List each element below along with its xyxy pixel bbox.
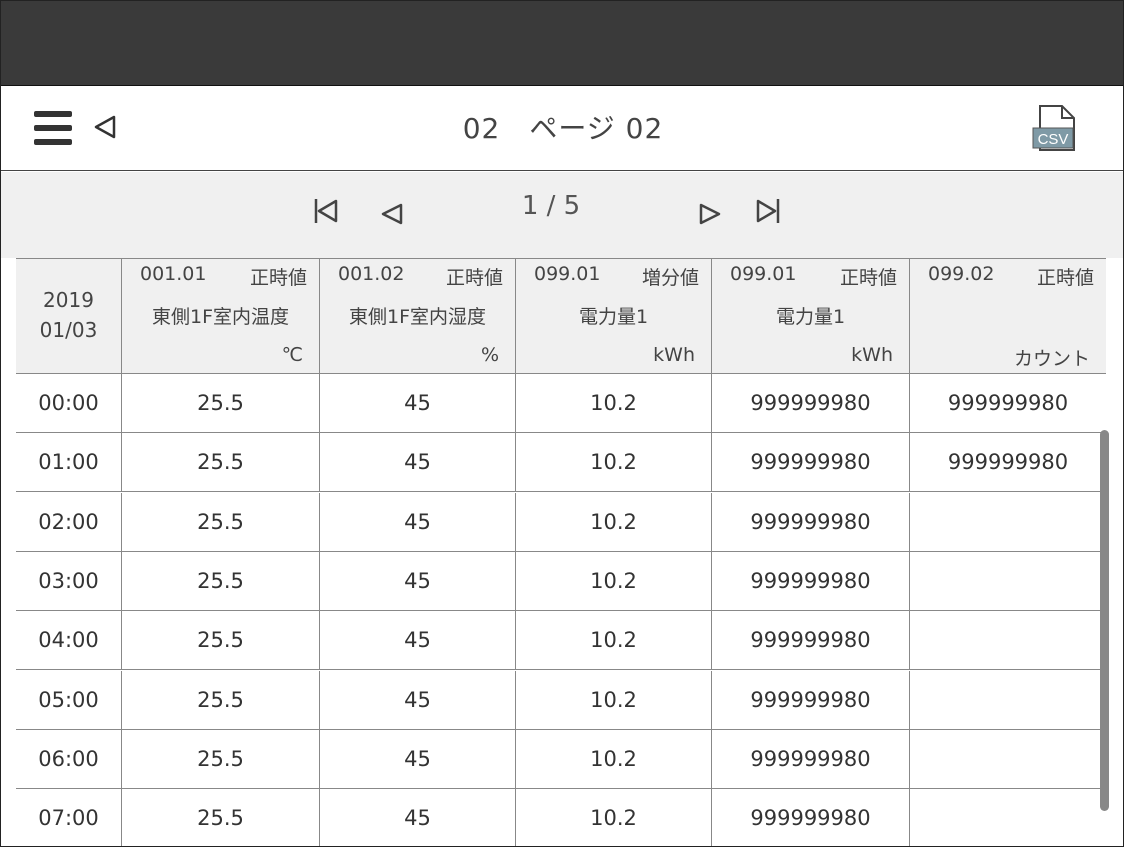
date-header-cell: 2019 01/03 — [16, 258, 121, 374]
value-cell: 25.5 — [121, 374, 319, 433]
time-cell: 06:00 — [38, 747, 99, 771]
value-cell: 999999980 — [711, 493, 909, 552]
value-cell: 25.5 — [121, 433, 319, 492]
column-kind: 正時値 — [839, 267, 897, 289]
back-triangle-icon[interactable] — [93, 114, 117, 140]
column-kind: 正時値 — [1036, 267, 1094, 289]
table-row[interactable]: 06:00 25.5 45 10.2 999999980 — [16, 730, 1106, 789]
status-bar — [1, 1, 1123, 86]
column-name: 電力量1 — [578, 306, 649, 328]
value-cell: 45 — [319, 789, 515, 846]
value-cell: 25.5 — [121, 671, 319, 730]
column-header-2: 001.02 正時値東側1F室内湿度% — [319, 258, 515, 374]
value-cell: 10.2 — [515, 433, 711, 492]
value-cell: 25.5 — [121, 789, 319, 846]
value-cell: 25.5 — [121, 611, 319, 670]
column-code: 099.02 — [928, 263, 995, 285]
time-cell: 07:00 — [38, 806, 99, 830]
value-cell: 45 — [319, 671, 515, 730]
value-cell — [909, 493, 1106, 552]
value-cell: 999999980 — [909, 374, 1106, 433]
value-cell: 10.2 — [515, 730, 711, 789]
csv-icon-label: CSV — [1038, 131, 1069, 148]
value-cell: 45 — [319, 493, 515, 552]
value-cell: 10.2 — [515, 789, 711, 846]
value-cell: 999999980 — [711, 671, 909, 730]
value-cell: 45 — [319, 611, 515, 670]
value-cell: 10.2 — [515, 552, 711, 611]
value-cell: 999999980 — [711, 374, 909, 433]
table-row[interactable]: 00:00 25.5 45 10.2 999999980 999999980 — [16, 374, 1106, 433]
value-cell: 999999980 — [711, 552, 909, 611]
time-cell: 05:00 — [38, 688, 99, 712]
value-cell — [909, 671, 1106, 730]
time-cell: 02:00 — [38, 510, 99, 534]
table-row[interactable]: 04:00 25.5 45 10.2 999999980 — [16, 611, 1106, 670]
date-day: 01/03 — [39, 318, 98, 342]
column-unit: カウント — [1013, 348, 1090, 370]
column-unit: % — [480, 344, 499, 366]
value-cell: 45 — [319, 552, 515, 611]
last-page-icon[interactable] — [755, 197, 781, 225]
column-unit: ℃ — [281, 344, 303, 366]
page-title: 02 ページ 02 — [462, 112, 664, 145]
vertical-scrollbar[interactable] — [1100, 430, 1109, 811]
value-cell — [909, 552, 1106, 611]
column-kind: 正時値 — [249, 267, 307, 289]
table-row[interactable]: 07:00 25.5 45 10.2 999999980 — [16, 789, 1106, 846]
value-cell: 25.5 — [121, 493, 319, 552]
value-cell: 25.5 — [121, 730, 319, 789]
value-cell: 45 — [319, 433, 515, 492]
column-name: 東側1F室内湿度 — [348, 306, 487, 328]
column-name: 東側1F室内温度 — [151, 306, 290, 328]
column-header-1: 001.01 正時値東側1F室内温度 ℃ — [121, 258, 319, 374]
value-cell: 999999980 — [711, 789, 909, 846]
value-cell — [909, 611, 1106, 670]
column-kind: 増分値 — [641, 267, 699, 289]
page-indicator: 1 / 5 — [521, 191, 581, 221]
column-header-5: 099.02 正時値カウント — [909, 258, 1106, 374]
prev-page-icon[interactable] — [379, 199, 405, 227]
first-page-icon[interactable] — [313, 197, 339, 225]
value-cell: 10.2 — [515, 493, 711, 552]
table-row[interactable]: 01:00 25.5 45 10.2 999999980 999999980 — [16, 433, 1106, 492]
column-code: 099.01 — [730, 263, 797, 285]
value-cell: 999999980 — [711, 433, 909, 492]
column-unit: kWh — [851, 344, 893, 366]
app-frame: 02 ページ 02 CSV 1 / 5 2019 01/03 001.01 正時値… — [0, 0, 1124, 847]
time-cell: 01:00 — [38, 450, 99, 474]
value-cell: 999999980 — [909, 433, 1106, 492]
value-cell: 10.2 — [515, 611, 711, 670]
table-row[interactable]: 02:00 25.5 45 10.2 999999980 — [16, 493, 1106, 552]
column-header-3: 099.01 増分値電力量1 kWh — [515, 258, 711, 374]
csv-file-icon[interactable]: CSV — [1031, 104, 1079, 152]
value-cell: 999999980 — [711, 730, 909, 789]
hamburger-menu-icon[interactable] — [34, 111, 72, 147]
value-cell — [909, 730, 1106, 789]
value-cell — [909, 789, 1106, 846]
time-cell: 03:00 — [38, 569, 99, 593]
value-cell: 25.5 — [121, 552, 319, 611]
column-kind: 正時値 — [445, 267, 503, 289]
date-year: 2019 — [43, 288, 94, 312]
table-row[interactable]: 03:00 25.5 45 10.2 999999980 — [16, 552, 1106, 611]
time-cell: 04:00 — [38, 628, 99, 652]
column-header-4: 099.01 正時値電力量1 kWh — [711, 258, 909, 374]
column-code: 001.02 — [338, 263, 405, 285]
column-unit: kWh — [653, 344, 695, 366]
value-cell: 45 — [319, 730, 515, 789]
value-cell: 10.2 — [515, 374, 711, 433]
next-page-icon[interactable] — [697, 199, 723, 227]
column-code: 099.01 — [534, 263, 601, 285]
value-cell: 999999980 — [711, 611, 909, 670]
column-name: 電力量1 — [775, 306, 846, 328]
column-code: 001.01 — [140, 263, 207, 285]
table-row[interactable]: 05:00 25.5 45 10.2 999999980 — [16, 671, 1106, 730]
value-cell: 10.2 — [515, 671, 711, 730]
value-cell: 45 — [319, 374, 515, 433]
time-cell: 00:00 — [38, 391, 99, 415]
